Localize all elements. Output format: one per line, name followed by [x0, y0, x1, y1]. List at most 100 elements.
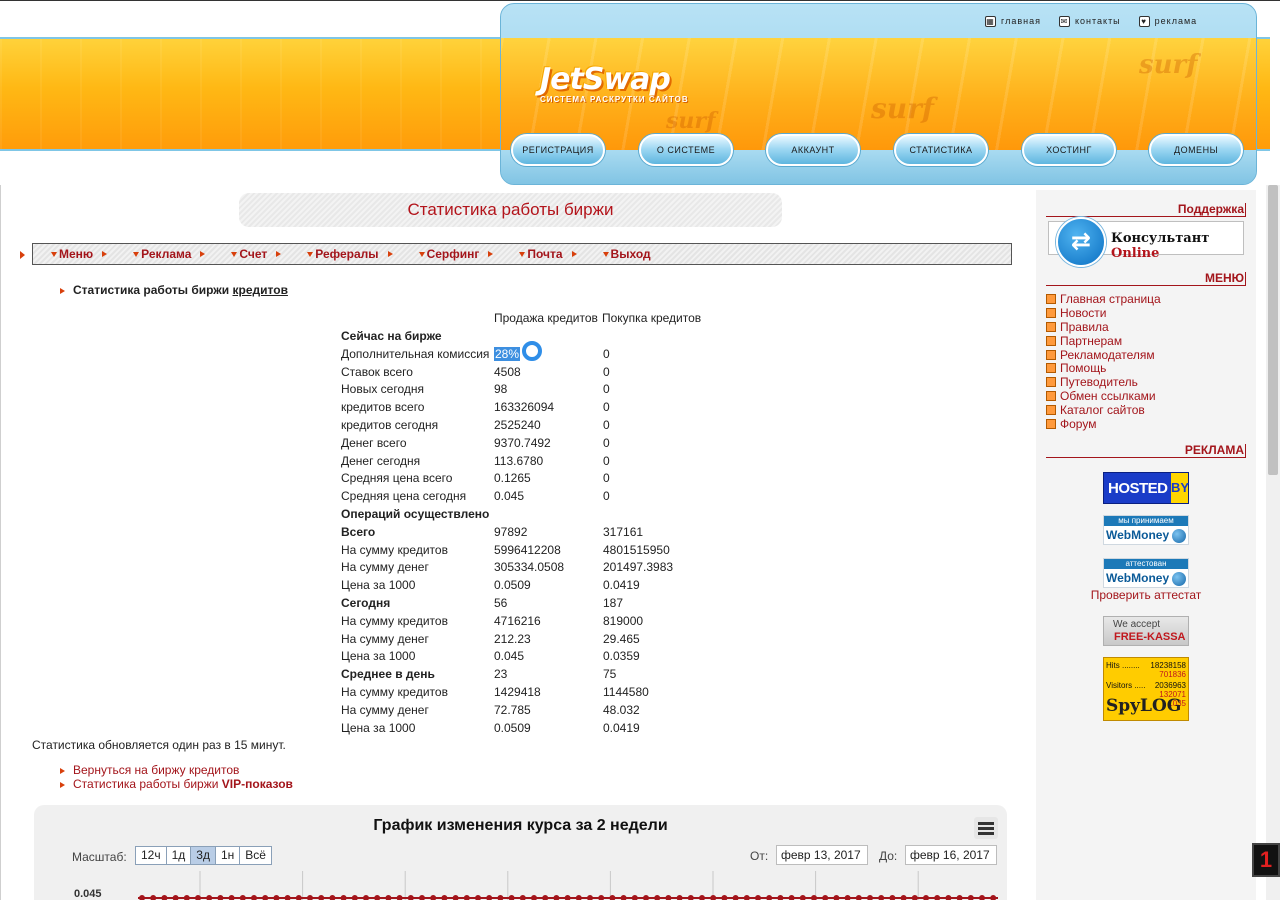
chart-point[interactable]: [755, 895, 761, 900]
site-logo[interactable]: JetSwap СИСТЕМА РАСКРУТКИ САЙТОВ: [540, 62, 689, 104]
sidebar-item-advertisers[interactable]: Рекламодателям: [1046, 348, 1161, 362]
chart-point[interactable]: [967, 895, 974, 900]
scrollbar-thumb[interactable]: [1268, 185, 1278, 475]
counter-badge[interactable]: 1: [1252, 843, 1280, 877]
chart-point[interactable]: [351, 895, 358, 900]
chart-point[interactable]: [676, 895, 683, 900]
chart-point[interactable]: [799, 895, 806, 900]
webmoney-attest-banner[interactable]: аттестован WebMoney: [1103, 558, 1189, 588]
nav-registration[interactable]: РЕГИСТРАЦИЯ: [511, 134, 605, 166]
hosted-by-banner[interactable]: HOSTED BY: [1103, 472, 1189, 504]
sidebar-item-rules[interactable]: Правила: [1046, 320, 1161, 334]
chart-point[interactable]: [956, 895, 963, 900]
chart-point[interactable]: [721, 895, 728, 900]
chart-point[interactable]: [519, 895, 526, 900]
chart-point[interactable]: [452, 895, 459, 900]
from-date-input[interactable]: февр 13, 2017: [776, 845, 868, 865]
chart-point[interactable]: [228, 895, 235, 900]
chart-point[interactable]: [654, 895, 661, 900]
menu-item-logout[interactable]: Выход: [602, 247, 651, 261]
zoom-3d-button[interactable]: 3д: [190, 846, 216, 865]
sidebar-item-home[interactable]: Главная страница: [1046, 292, 1161, 306]
chart-point[interactable]: [329, 895, 336, 900]
chart-point[interactable]: [979, 895, 985, 900]
chart-point[interactable]: [251, 895, 257, 900]
chart-point[interactable]: [340, 895, 347, 900]
chart-point[interactable]: [732, 895, 739, 900]
chart-point[interactable]: [475, 895, 481, 900]
zoom-1d-button[interactable]: 1д: [165, 846, 192, 865]
chart-point[interactable]: [631, 895, 638, 900]
top-link-ads[interactable]: ♥ реклама: [1138, 13, 1198, 29]
chart-point[interactable]: [844, 895, 851, 900]
menu-item-surfing[interactable]: Серфинг: [418, 247, 494, 261]
menu-item-mail[interactable]: Почта: [519, 247, 577, 261]
chart-point[interactable]: [284, 895, 291, 900]
consultant-online-button[interactable]: Консультант Online: [1048, 217, 1244, 267]
chart-point[interactable]: [553, 895, 560, 900]
chart-point[interactable]: [687, 895, 694, 900]
zoom-1w-button[interactable]: 1н: [214, 846, 241, 865]
chart-point[interactable]: [486, 895, 493, 900]
chart-point[interactable]: [206, 895, 213, 900]
chart-point[interactable]: [161, 895, 168, 900]
chart-point[interactable]: [385, 895, 392, 900]
chart-point[interactable]: [878, 895, 885, 900]
chart-point[interactable]: [575, 895, 582, 900]
zoom-all-button[interactable]: Всё: [239, 846, 272, 865]
chart-point[interactable]: [822, 895, 829, 900]
sidebar-item-news[interactable]: Новости: [1046, 306, 1161, 320]
nav-about[interactable]: О СИСТЕМЕ: [639, 134, 733, 166]
sidebar-item-help[interactable]: Помощь: [1046, 361, 1161, 375]
chart-point[interactable]: [407, 895, 414, 900]
chart-point[interactable]: [497, 895, 504, 900]
nav-domains[interactable]: ДОМЕНЫ: [1149, 134, 1243, 166]
chart-point[interactable]: [889, 895, 896, 900]
chart-point[interactable]: [430, 895, 437, 900]
chart-point[interactable]: [463, 895, 470, 900]
to-date-input[interactable]: февр 16, 2017: [905, 845, 997, 865]
chart-point[interactable]: [419, 895, 425, 900]
chart-point[interactable]: [743, 895, 750, 900]
chart-point[interactable]: [239, 895, 246, 900]
chart-point[interactable]: [900, 895, 907, 900]
spylog-counter[interactable]: Hits ........ 18238158 701836 Visitors .…: [1103, 657, 1189, 721]
chart-point[interactable]: [508, 895, 515, 900]
chart-menu-button[interactable]: [974, 817, 998, 839]
freekassa-banner[interactable]: We accept FREE-KASSA: [1103, 616, 1189, 646]
nav-statistics[interactable]: СТАТИСТИКА: [894, 134, 988, 166]
page-scrollbar[interactable]: [1266, 185, 1280, 900]
chart-point[interactable]: [217, 895, 224, 900]
chart-point[interactable]: [945, 895, 952, 900]
chart-point[interactable]: [990, 895, 997, 900]
chart-point[interactable]: [542, 895, 549, 900]
check-attestat-link[interactable]: Проверить аттестат: [1036, 588, 1256, 602]
chart-point[interactable]: [273, 895, 280, 900]
chart-point[interactable]: [363, 895, 369, 900]
chart-point[interactable]: [396, 895, 403, 900]
chart-point[interactable]: [855, 895, 862, 900]
chart-point[interactable]: [788, 895, 795, 900]
chart-point[interactable]: [295, 895, 302, 900]
chart-point[interactable]: [374, 895, 381, 900]
chart-point[interactable]: [531, 895, 537, 900]
nav-hosting[interactable]: ХОСТИНГ: [1022, 134, 1116, 166]
sidebar-item-partners[interactable]: Партнерам: [1046, 334, 1161, 348]
chart-point[interactable]: [318, 895, 325, 900]
chart-point[interactable]: [665, 895, 672, 900]
sidebar-item-forum[interactable]: Форум: [1046, 417, 1161, 431]
zoom-12h-button[interactable]: 12ч: [135, 846, 167, 865]
menu-item-menu[interactable]: Меню: [51, 247, 108, 261]
sidebar-item-link-exchange[interactable]: Обмен ссылками: [1046, 389, 1161, 403]
chart-point[interactable]: [587, 895, 593, 900]
chart-point[interactable]: [766, 895, 773, 900]
chart-point[interactable]: [911, 895, 918, 900]
chart-point[interactable]: [643, 895, 649, 900]
chart-point[interactable]: [564, 895, 571, 900]
chart-point[interactable]: [923, 895, 929, 900]
chart-point[interactable]: [777, 895, 784, 900]
chart-point[interactable]: [441, 895, 448, 900]
chart-point[interactable]: [307, 895, 313, 900]
top-link-contacts[interactable]: ✉ контакты: [1058, 13, 1121, 29]
vip-stats-link[interactable]: Статистика работы биржи VIP-показов: [60, 777, 293, 791]
